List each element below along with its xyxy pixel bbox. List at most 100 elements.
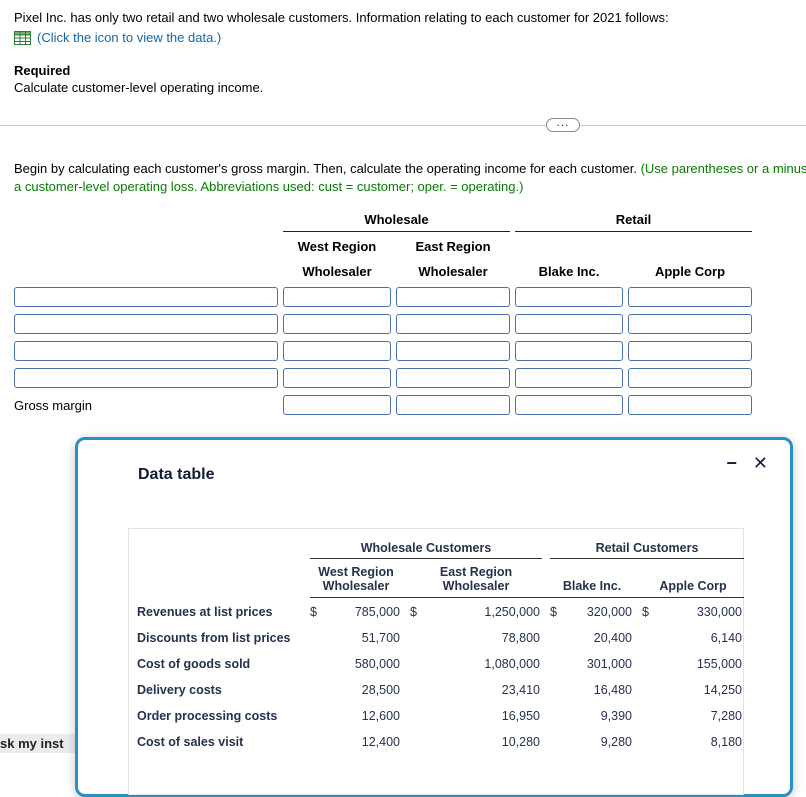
close-icon[interactable]: ✕: [753, 454, 768, 472]
ask-instructor-button-partial[interactable]: sk my inst: [0, 734, 76, 753]
cell-value: 330,000: [696, 604, 742, 619]
cell-value: 12,400: [361, 734, 400, 749]
required-text: Calculate customer-level operating incom…: [14, 80, 264, 95]
cell-value: 320,000: [586, 604, 632, 619]
dt-column-header-row: West Region Wholesaler East Region Whole…: [137, 563, 737, 593]
table-row: Revenues at list prices $785,000 $1,250,…: [137, 599, 742, 624]
answer-input[interactable]: [396, 287, 510, 307]
apple-header: Apple Corp: [654, 264, 726, 279]
item-label-input[interactable]: [14, 314, 278, 334]
answer-input[interactable]: [628, 314, 752, 334]
cell-value: 10,280: [501, 734, 540, 749]
data-cell: $330,000: [642, 605, 744, 619]
cell-value: 580,000: [354, 656, 400, 671]
answer-input[interactable]: [515, 395, 623, 415]
answer-input[interactable]: [396, 368, 510, 388]
blake-header: Blake Inc.: [538, 264, 600, 279]
dt-apple-header: Apple Corp: [659, 579, 727, 593]
data-cell: 14,250: [642, 683, 744, 697]
row-label: Cost of goods sold: [137, 656, 251, 671]
cell-value: 1,250,000: [484, 604, 540, 619]
data-cell: 9,280: [550, 735, 634, 749]
wholesale-customers-header: Wholesale Customers: [310, 541, 542, 559]
answer-input[interactable]: [515, 287, 623, 307]
data-cell: 78,800: [410, 631, 542, 645]
answer-input[interactable]: [628, 287, 752, 307]
data-table-modal: − ✕ Data table Wholesale Customers Retai…: [75, 437, 793, 797]
cell-value: 1,080,000: [484, 656, 540, 671]
data-cell: 1,080,000: [410, 657, 542, 671]
row-label: Delivery costs: [137, 682, 222, 697]
data-cell: 10,280: [410, 735, 542, 749]
answer-input[interactable]: [283, 341, 391, 361]
answer-input[interactable]: [283, 368, 391, 388]
data-cell: 9,390: [550, 709, 634, 723]
data-cell: 580,000: [310, 657, 402, 671]
data-cell: $320,000: [550, 605, 634, 619]
data-table-icon[interactable]: [14, 30, 31, 45]
cell-value: 51,700: [361, 630, 400, 645]
dt-rule-row: [137, 593, 744, 598]
cell-value: 7,280: [710, 708, 742, 723]
data-cell: 12,400: [310, 735, 402, 749]
item-label-input[interactable]: [14, 287, 278, 307]
modal-controls: − ✕: [726, 454, 768, 472]
currency-symbol: $: [642, 604, 649, 619]
answer-input[interactable]: [515, 368, 623, 388]
view-data-link[interactable]: (Click the icon to view the data.): [37, 30, 221, 45]
answer-input[interactable]: [628, 341, 752, 361]
answer-input[interactable]: [515, 341, 623, 361]
instruction-hint-2: a customer-level operating loss. Abbrevi…: [14, 179, 524, 194]
dt-group-header-row: Wholesale Customers Retail Customers: [137, 541, 744, 559]
cell-value: 155,000: [696, 656, 742, 671]
cell-value: 785,000: [354, 604, 400, 619]
required-heading: Required: [14, 63, 71, 78]
answer-input[interactable]: [628, 395, 752, 415]
data-cell: 28,500: [310, 683, 402, 697]
cell-value: 8,180: [710, 734, 742, 749]
problem-statement: Pixel Inc. has only two retail and two w…: [14, 10, 669, 25]
gross-margin-row: Gross margin: [14, 395, 754, 415]
data-cell: $1,250,000: [410, 605, 542, 619]
answer-table: Wholesale Retail West Region East Region…: [14, 212, 754, 415]
data-cell: 8,180: [642, 735, 744, 749]
answer-input[interactable]: [396, 314, 510, 334]
data-table: Wholesale Customers Retail Customers Wes…: [128, 528, 744, 795]
table-row: Order processing costs 12,600 16,950 9,3…: [137, 703, 742, 728]
west-wholesaler-header: Wholesaler: [302, 264, 372, 279]
minimize-icon[interactable]: −: [726, 454, 737, 472]
dt-west-wholesaler: Wholesaler: [322, 579, 390, 593]
west-region-header: West Region: [297, 239, 377, 254]
collapse-toggle-button[interactable]: ...: [546, 116, 580, 132]
cell-value: 28,500: [361, 682, 400, 697]
answer-input[interactable]: [396, 395, 510, 415]
modal-title: Data table: [138, 466, 215, 483]
row-label: Revenues at list prices: [137, 604, 273, 619]
data-cell: 16,480: [550, 683, 634, 697]
currency-symbol: $: [310, 604, 317, 619]
cell-value: 23,410: [501, 682, 540, 697]
cell-value: 6,140: [710, 630, 742, 645]
data-cell: 6,140: [642, 631, 744, 645]
cell-value: 16,480: [593, 682, 632, 697]
answer-input[interactable]: [283, 314, 391, 334]
data-cell: 23,410: [410, 683, 542, 697]
item-label-input[interactable]: [14, 368, 278, 388]
currency-symbol: $: [550, 604, 557, 619]
cell-value: 20,400: [593, 630, 632, 645]
answer-row: [14, 314, 754, 334]
answer-input[interactable]: [515, 314, 623, 334]
dt-east-header: East Region Wholesaler: [410, 563, 542, 593]
row-label: Discounts from list prices: [137, 630, 291, 645]
answer-input[interactable]: [283, 287, 391, 307]
answer-input[interactable]: [396, 341, 510, 361]
dt-west-region: West Region: [318, 565, 394, 579]
data-cell: 155,000: [642, 657, 744, 671]
answer-input[interactable]: [283, 395, 391, 415]
cell-value: 9,390: [600, 708, 632, 723]
dt-blake-header: Blake Inc.: [562, 579, 622, 593]
dt-east-wholesaler: Wholesaler: [442, 579, 510, 593]
cell-value: 9,280: [600, 734, 632, 749]
item-label-input[interactable]: [14, 341, 278, 361]
answer-input[interactable]: [628, 368, 752, 388]
